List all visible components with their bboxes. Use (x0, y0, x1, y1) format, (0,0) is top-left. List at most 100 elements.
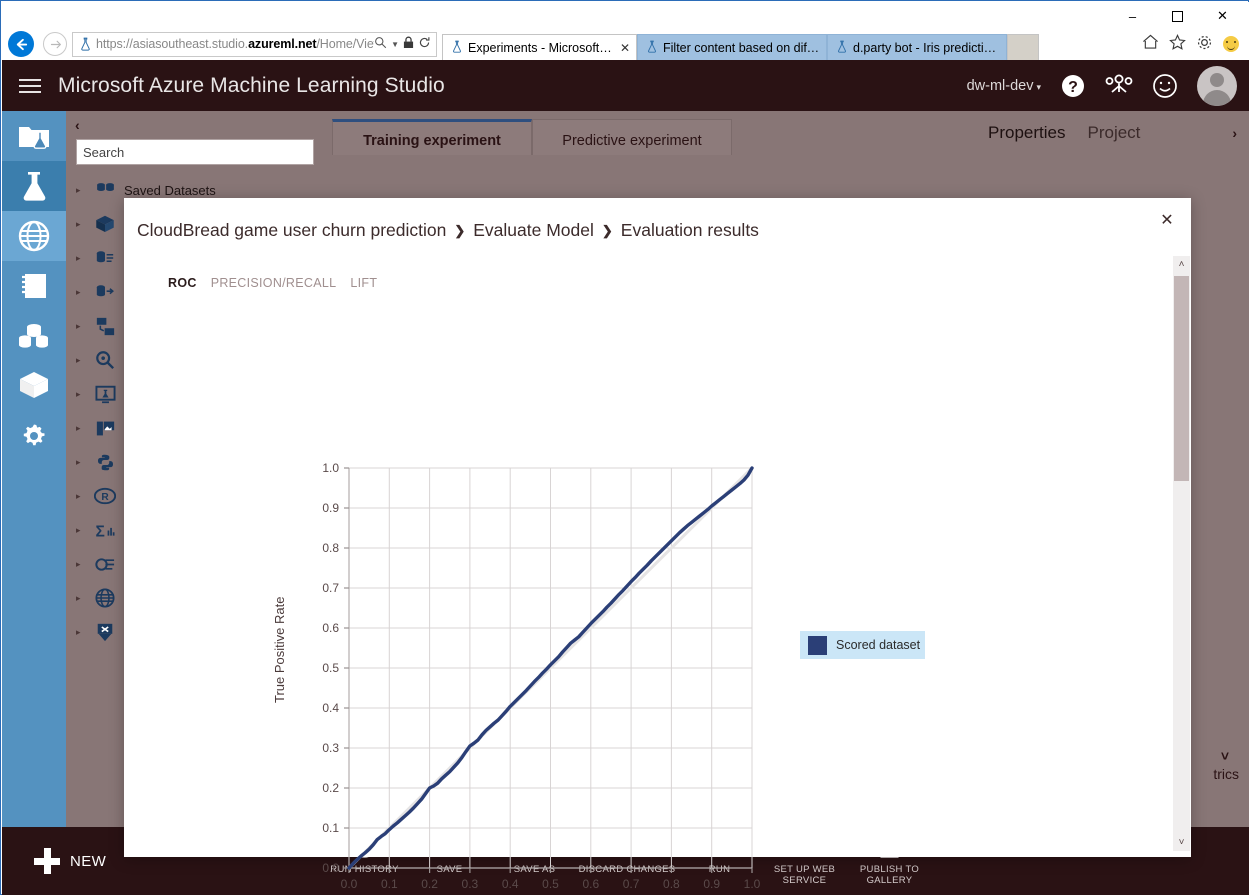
expand-arrow-icon[interactable]: ▸ (76, 253, 86, 264)
address-bar[interactable]: https://asiasoutheast.studio.azureml.net… (72, 31, 437, 57)
hamburger-menu-icon[interactable] (2, 75, 58, 97)
tab-roc[interactable]: ROC (168, 276, 197, 290)
svg-text:0.6: 0.6 (582, 877, 599, 891)
home-icon[interactable] (1142, 34, 1159, 54)
close-window-button[interactable]: ✕ (1200, 2, 1245, 30)
expand-arrow-icon[interactable]: ▸ (76, 593, 86, 604)
browser-tab-0[interactable]: Experiments - Microsoft Az... ✕ (442, 34, 637, 61)
favorites-star-icon[interactable] (1169, 34, 1186, 54)
chevron-down-icon[interactable]: ▼ (391, 40, 399, 49)
browser-tab-label: Filter content based on differe... (663, 41, 820, 55)
forward-button[interactable] (40, 27, 70, 61)
breadcrumb-item-module[interactable]: Evaluate Model (473, 220, 594, 241)
y-axis-label: True Positive Rate (272, 596, 287, 703)
expand-arrow-icon[interactable]: ▸ (76, 491, 86, 502)
svg-text:0.7: 0.7 (322, 581, 339, 595)
tab-precision-recall[interactable]: PRECISION/RECALL (211, 276, 337, 290)
legend-label: Scored dataset (836, 638, 921, 652)
svg-text:0.9: 0.9 (703, 877, 720, 891)
sidebar-item-trained-models[interactable] (2, 361, 66, 411)
browser-tabstrip: Experiments - Microsoft Az... ✕ Filter c… (442, 27, 1039, 61)
sidebar-item-projects[interactable] (2, 111, 66, 161)
svg-text:0.9: 0.9 (322, 501, 339, 515)
minimize-button[interactable]: – (1110, 2, 1155, 30)
palette-collapse-button[interactable]: ‹ (66, 111, 322, 135)
data-io-icon (93, 283, 117, 301)
browser-toolbar-icons (1142, 34, 1249, 55)
help-question-icon[interactable]: ? (1059, 72, 1087, 100)
expand-panel-button[interactable]: › (1232, 125, 1249, 141)
sidebar-item-web-services[interactable] (2, 211, 66, 261)
sidebar-item-datasets[interactable] (2, 311, 66, 361)
browser-tab-1[interactable]: Filter content based on differe... (637, 34, 827, 61)
tab-properties[interactable]: Properties (988, 123, 1065, 143)
expand-arrow-icon[interactable]: ▸ (76, 423, 86, 434)
svg-text:0.8: 0.8 (322, 541, 339, 555)
tab-favicon-flask-icon (646, 40, 658, 56)
svg-text:R: R (101, 492, 109, 503)
close-tab-button[interactable]: ✕ (620, 41, 630, 55)
experiment-tabs: Training experiment Predictive experimen… (322, 111, 970, 155)
feedback-smiley-icon[interactable] (1151, 72, 1179, 100)
svg-text:0.8: 0.8 (663, 877, 680, 891)
settings-gear-icon[interactable] (1196, 34, 1213, 55)
azure-ml-page: Microsoft Azure Machine Learning Studio … (2, 60, 1249, 895)
maximize-button[interactable] (1155, 2, 1200, 30)
new-tab-button[interactable] (1007, 34, 1039, 61)
scroll-down-arrow-icon[interactable]: ˅ (1173, 834, 1190, 851)
svg-text:1.0: 1.0 (322, 461, 339, 475)
sidebar-item-notebooks[interactable] (2, 261, 66, 311)
chevron-right-icon: ❯ (601, 222, 613, 238)
avatar[interactable] (1197, 65, 1237, 106)
community-people-icon[interactable] (1105, 72, 1133, 100)
expand-arrow-icon[interactable]: ▸ (76, 355, 86, 366)
expand-arrow-icon[interactable]: ▸ (76, 525, 86, 536)
search-input[interactable]: Search (76, 139, 314, 165)
workspace-selector[interactable]: dw-ml-dev ▾ (967, 78, 1041, 94)
search-placeholder: Search (83, 144, 125, 160)
search-icon[interactable] (374, 36, 387, 52)
close-icon[interactable]: ✕ (1157, 210, 1177, 230)
browser-tab-2[interactable]: d.party bot - Iris prediction | ... (827, 34, 1007, 61)
scroll-up-arrow-icon[interactable]: ˄ (1173, 256, 1190, 273)
feedback-smiley-icon[interactable] (1223, 36, 1239, 52)
breadcrumb-item-experiment[interactable]: CloudBread game user churn prediction (137, 220, 446, 241)
expand-arrow-icon[interactable]: ▸ (76, 185, 86, 196)
expand-arrow-icon[interactable]: ▸ (76, 559, 86, 570)
expand-arrow-icon[interactable]: ▸ (76, 287, 86, 298)
left-rail (2, 111, 66, 844)
svg-text:0.0: 0.0 (322, 861, 339, 875)
back-button[interactable] (2, 27, 40, 61)
refresh-icon[interactable] (418, 36, 431, 52)
scrollbar-thumb[interactable] (1174, 276, 1189, 481)
expand-arrow-icon[interactable]: ▸ (76, 457, 86, 468)
sidebar-item-settings[interactable] (2, 411, 66, 461)
browser-navbar: https://asiasoutheast.studio.azureml.net… (2, 27, 1249, 61)
svg-text:0.4: 0.4 (322, 701, 339, 715)
svg-text:0.1: 0.1 (381, 877, 398, 891)
folder-flask-icon (19, 127, 49, 149)
svg-text:?: ? (1068, 79, 1078, 96)
browser-tab-label: Experiments - Microsoft Az... (468, 41, 613, 55)
expand-arrow-icon[interactable]: ▸ (76, 627, 86, 638)
expand-arrow-icon[interactable]: ▸ (76, 389, 86, 400)
chart-tabs: ROC PRECISION/RECALL LIFT (168, 276, 377, 290)
svg-text:0.3: 0.3 (322, 741, 339, 755)
tab-lift[interactable]: LIFT (350, 276, 377, 290)
workspace-name-label: dw-ml-dev (966, 77, 1034, 94)
svg-text:0.5: 0.5 (322, 661, 339, 675)
tab-predictive-experiment[interactable]: Predictive experiment (532, 119, 732, 155)
expand-arrow-icon[interactable]: ▸ (76, 321, 86, 332)
data-transform-icon (93, 317, 117, 336)
collapse-section-chevron-icon[interactable]: ˅ (1221, 748, 1229, 764)
deprecated-icon (93, 622, 117, 642)
browser-tab-label: d.party bot - Iris prediction | ... (853, 41, 1000, 55)
sidebar-item-experiments[interactable] (2, 161, 66, 211)
tab-training-experiment[interactable]: Training experiment (332, 119, 532, 155)
tab-project[interactable]: Project (1087, 123, 1140, 143)
expand-arrow-icon[interactable]: ▸ (76, 219, 86, 230)
chart-legend[interactable]: Scored dataset (800, 631, 925, 659)
window-controls: – ✕ (1110, 2, 1245, 30)
dialog-scrollbar[interactable]: ˄ ˅ (1173, 256, 1190, 851)
chevron-down-icon: ▾ (1036, 81, 1041, 92)
